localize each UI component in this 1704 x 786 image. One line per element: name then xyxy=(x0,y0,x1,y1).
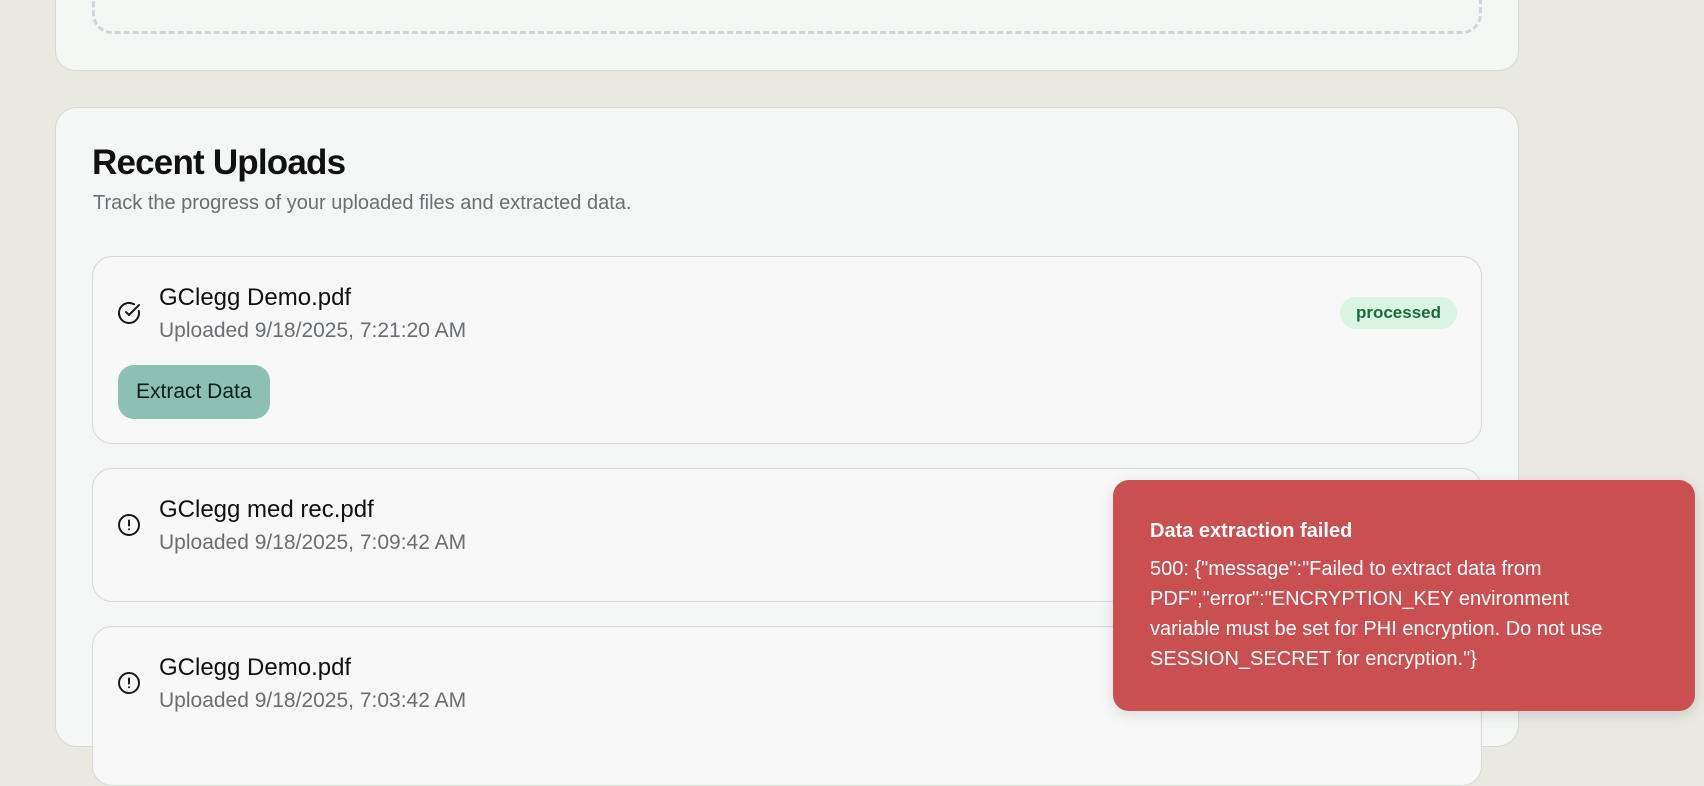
status-badge: processed xyxy=(1339,297,1457,329)
check-circle-icon xyxy=(117,301,141,325)
toast-title: Data extraction failed xyxy=(1150,520,1353,542)
section-subtitle: Track the progress of your uploaded file… xyxy=(93,192,632,214)
toast-message: 500: {"message":"Failed to extract data … xyxy=(1150,558,1603,670)
file-name: GClegg Demo.pdf xyxy=(159,284,352,311)
upload-date: Uploaded 9/18/2025, 7:09:42 AM xyxy=(159,531,467,554)
error-toast[interactable]: Data extraction failed 500: {"message":"… xyxy=(1113,480,1695,711)
alert-circle-icon xyxy=(117,671,141,695)
file-name: GClegg Demo.pdf xyxy=(159,654,352,681)
extract-data-button[interactable]: Extract Data xyxy=(118,365,270,419)
upload-date: Uploaded 9/18/2025, 7:21:20 AM xyxy=(159,319,467,342)
upload-card xyxy=(55,0,1519,71)
file-name: GClegg med rec.pdf xyxy=(159,496,374,523)
section-title: Recent Uploads xyxy=(92,143,346,182)
upload-date: Uploaded 9/18/2025, 7:03:42 AM xyxy=(159,689,467,712)
alert-circle-icon xyxy=(117,513,141,537)
upload-item: GClegg Demo.pdf Uploaded 9/18/2025, 7:21… xyxy=(92,256,1482,444)
file-dropzone[interactable] xyxy=(92,0,1482,34)
